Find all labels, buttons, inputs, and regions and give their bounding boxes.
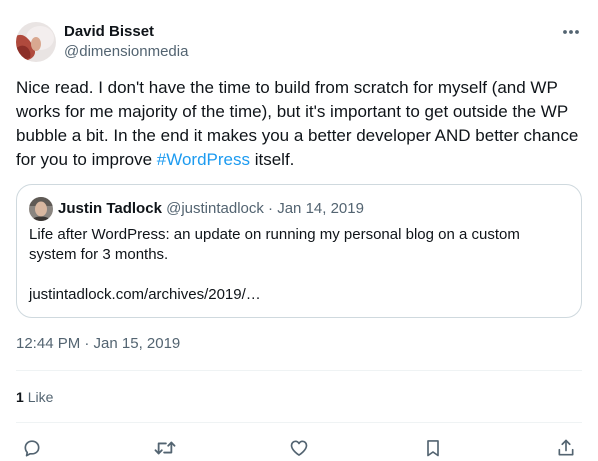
author-name[interactable]: David Bisset <box>64 22 188 42</box>
like-button[interactable] <box>287 436 311 460</box>
likes-label: Like <box>27 389 54 405</box>
hashtag-link[interactable]: #WordPress <box>157 150 250 169</box>
share-button[interactable] <box>554 436 578 460</box>
tweet-text-end: itself. <box>250 150 295 169</box>
author-handle[interactable]: @dimensionmedia <box>64 42 188 62</box>
tweet: David Bisset @dimensionmedia Nice read. … <box>0 0 598 461</box>
quoted-author-handle: @justintadlock <box>166 200 264 217</box>
reply-icon <box>24 440 40 457</box>
quoted-text: Life after WordPress: an update on runni… <box>29 226 520 263</box>
quoted-author-avatar[interactable] <box>29 197 53 221</box>
bookmark-button[interactable] <box>421 436 445 460</box>
divider-top <box>16 370 582 371</box>
quoted-header: Justin Tadlock @justintadlock · Jan 14, … <box>58 199 364 219</box>
retweet-button[interactable] <box>153 436 177 460</box>
author-avatar[interactable] <box>16 22 56 62</box>
divider-bottom <box>16 422 582 423</box>
quoted-link[interactable]: justintadlock.com/archives/2019/… <box>29 285 261 305</box>
author-block: David Bisset @dimensionmedia <box>64 22 188 62</box>
more-options-button[interactable] <box>560 22 582 42</box>
quoted-author-name: Justin Tadlock <box>58 200 162 217</box>
quoted-tweet[interactable]: Justin Tadlock @justintadlock · Jan 14, … <box>16 184 582 318</box>
heart-icon <box>290 440 308 456</box>
bookmark-icon <box>427 440 439 457</box>
tweet-text-main: Nice read. I don't have the time to buil… <box>16 78 579 169</box>
tweet-timestamp[interactable]: 12:44 PM · Jan 15, 2019 <box>16 334 180 354</box>
share-icon <box>558 439 574 456</box>
likes-count: 1 <box>16 389 24 405</box>
more-horizontal-icon <box>563 30 579 34</box>
tweet-text: Nice read. I don't have the time to buil… <box>16 76 582 172</box>
quoted-separator: · <box>263 200 278 217</box>
reply-button[interactable] <box>20 436 44 460</box>
retweet-icon <box>154 441 176 455</box>
likes-summary[interactable]: 1 Like <box>16 387 53 407</box>
quoted-date: Jan 14, 2019 <box>277 200 364 217</box>
